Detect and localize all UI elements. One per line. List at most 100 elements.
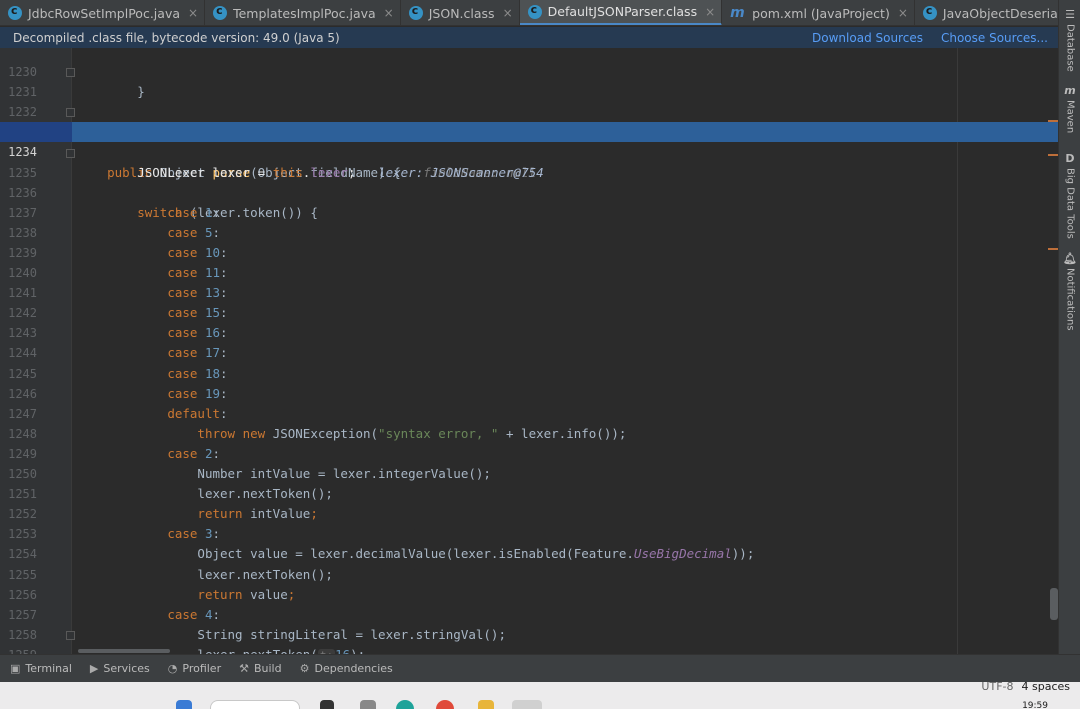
- code-text: JSONLexer lexer = this.lexer; lexer: JSO…: [137, 164, 544, 180]
- download-sources-link[interactable]: Download Sources: [812, 31, 923, 45]
- class-icon: [408, 4, 423, 20]
- close-icon[interactable]: ×: [503, 6, 513, 20]
- code-line: 1253 Object value = lexer.decimalValue(l…: [0, 504, 1058, 561]
- close-icon[interactable]: ×: [705, 5, 715, 19]
- code-editor[interactable]: 1230 } 1231 } 1232 1233 public Object pa…: [0, 48, 1058, 654]
- tab-jdbcrowsetimplpoc[interactable]: JdbcRowSetImplPoc.java ×: [0, 0, 206, 25]
- database-tool[interactable]: ☰ Database: [1059, 8, 1080, 72]
- maven-tool[interactable]: m Maven: [1059, 84, 1080, 133]
- start-icon[interactable]: [176, 700, 192, 709]
- editor-tab-bar: JdbcRowSetImplPoc.java × TemplatesImplPo…: [0, 0, 1058, 26]
- tool-label: Terminal: [25, 662, 72, 675]
- folder-icon[interactable]: [478, 700, 494, 709]
- profiler-icon: ◔: [167, 662, 178, 675]
- terminal-tool[interactable]: ▣ Terminal: [10, 662, 72, 675]
- taskbar-app-icon[interactable]: [360, 700, 376, 709]
- tool-label: Build: [253, 662, 282, 675]
- big-data-tools-tool[interactable]: D Big Data Tools: [1059, 152, 1080, 239]
- task-view-icon[interactable]: [320, 700, 334, 709]
- close-icon[interactable]: ×: [188, 6, 198, 20]
- decompiled-banner: Decompiled .class file, bytecode version…: [0, 27, 1058, 48]
- line-number: 1234: [8, 145, 37, 160]
- code-line: 1240 case 13:: [0, 243, 1058, 300]
- tool-label: Maven: [1064, 100, 1076, 134]
- services-icon: ▶: [89, 662, 99, 675]
- code-line: 1239 case 11:: [0, 223, 1058, 280]
- error-stripe-marker[interactable]: [1048, 120, 1058, 122]
- dependencies-tool[interactable]: ⚙ Dependencies: [300, 662, 393, 675]
- fold-marker[interactable]: [66, 148, 75, 158]
- tab-label: JdbcRowSetImplPoc.java: [28, 5, 180, 21]
- tool-label: Services: [103, 662, 150, 675]
- code-line: 1232: [0, 82, 1058, 119]
- error-stripe-marker[interactable]: [1048, 154, 1058, 156]
- horizontal-scrollbar[interactable]: [78, 649, 170, 653]
- taskbar-clock[interactable]: 19:59: [1022, 701, 1048, 709]
- class-icon: [527, 3, 542, 19]
- tab-label: pom.xml (JavaProject): [752, 5, 890, 21]
- status-bar-right: UTF-8 4 spaces: [981, 680, 1070, 693]
- close-icon[interactable]: ×: [898, 6, 908, 20]
- code-line: 1237 case 5:: [0, 183, 1058, 240]
- code-line: 1255 return value;: [0, 545, 1058, 602]
- choose-sources-link[interactable]: Choose Sources...: [941, 31, 1048, 45]
- tab-label: JSON.class: [428, 5, 495, 21]
- code-line: 1233 public Object parse(Object fieldNam…: [0, 102, 1058, 180]
- indent-indicator[interactable]: 4 spaces: [1022, 680, 1071, 693]
- tab-defaultjsonparser[interactable]: DefaultJSONParser.class ×: [519, 0, 723, 25]
- code-line: 1244 case 18:: [0, 323, 1058, 380]
- vertical-scrollbar[interactable]: [1050, 588, 1058, 620]
- code-line: 1238 case 10:: [0, 203, 1058, 260]
- tab-label: JavaObjectDeserializer.class: [942, 5, 1058, 21]
- terminal-icon: ▣: [10, 662, 21, 675]
- code-line: 1252 case 3:: [0, 484, 1058, 541]
- class-icon: [213, 4, 228, 20]
- fold-marker[interactable]: [66, 68, 75, 78]
- tool-label: Database: [1064, 24, 1076, 72]
- intellij-icon[interactable]: [512, 700, 542, 709]
- encoding-indicator[interactable]: UTF-8: [981, 680, 1013, 693]
- fold-marker[interactable]: [66, 108, 75, 118]
- bottom-tool-bar: ▣ Terminal ▶ Services ◔ Profiler ⚒ Build…: [0, 649, 1080, 682]
- code-line: 1256 case 4:: [0, 565, 1058, 622]
- code-line: 1254 lexer.nextToken();: [0, 524, 1058, 581]
- tab-label: TemplatesImplPoc.java: [233, 5, 376, 21]
- error-stripe-marker[interactable]: [1048, 248, 1058, 250]
- database-icon: ☰: [1065, 8, 1075, 21]
- tool-label: Notifications: [1064, 268, 1076, 331]
- notifications-tool[interactable]: 🔔︎ Notifications: [1059, 252, 1080, 331]
- code-line: 1243 case 17:: [0, 303, 1058, 360]
- dependencies-icon: ⚙: [299, 662, 310, 675]
- code-line: 1231 }: [0, 62, 1058, 139]
- maven-icon: m: [1064, 84, 1076, 97]
- tool-label: Dependencies: [314, 662, 393, 675]
- tab-templatesimplpoc[interactable]: TemplatesImplPoc.java ×: [205, 0, 401, 25]
- code-line: 1245 case 19:: [0, 344, 1058, 401]
- close-icon[interactable]: ×: [384, 6, 394, 20]
- code-line: 1250 lexer.nextToken();: [0, 444, 1058, 501]
- tab-json-class[interactable]: JSON.class ×: [401, 0, 520, 25]
- build-icon: ⚒: [239, 662, 249, 675]
- code-line: 1235 switch (lexer.token()) {: [0, 143, 1058, 220]
- maven-icon: m: [730, 5, 745, 21]
- fold-marker[interactable]: [66, 630, 75, 640]
- build-tool[interactable]: ⚒ Build: [239, 662, 282, 675]
- code-line: 1241 case 15:: [0, 263, 1058, 320]
- class-icon: [922, 4, 937, 20]
- banner-text: Decompiled .class file, bytecode version…: [13, 30, 340, 45]
- code-line: 1246 default:: [0, 364, 1058, 421]
- code-line: 1251 return intValue;: [0, 464, 1058, 521]
- tool-label: Big Data Tools: [1064, 168, 1076, 239]
- taskbar-search[interactable]: [210, 700, 300, 709]
- tab-javaobjectdeserializer[interactable]: JavaObjectDeserializer.class ×: [915, 0, 1058, 25]
- notifications-icon: 🔔︎: [1063, 252, 1077, 265]
- profiler-tool[interactable]: ◔ Profiler: [168, 662, 221, 675]
- code-line: 1242 case 16:: [0, 283, 1058, 340]
- code-line: 1259 if (lexer.isEnabled(Feature.AllowIS…: [0, 625, 1058, 654]
- current-execution-line: 1234 JSONLexer lexer = this.lexer; lexer…: [0, 122, 1058, 180]
- code-line: 1257 String stringLiteral = lexer.string…: [0, 585, 1058, 642]
- code-line: 1249 Number intValue = lexer.integerValu…: [0, 424, 1058, 481]
- code-line: 1248 case 2:: [0, 404, 1058, 461]
- services-tool[interactable]: ▶ Services: [90, 662, 150, 675]
- tab-pom-xml[interactable]: m pom.xml (JavaProject) ×: [722, 0, 915, 25]
